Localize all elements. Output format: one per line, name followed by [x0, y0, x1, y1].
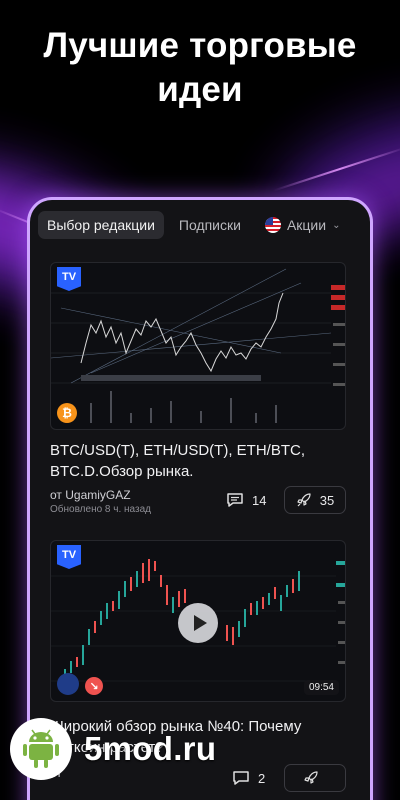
brand-watermark: 5mod.ru [10, 718, 216, 780]
rocket-icon [304, 771, 318, 784]
comments-count[interactable]: 14 [226, 492, 266, 508]
headline-line-2: идеи [157, 70, 243, 109]
ticker-logo-icon [57, 673, 79, 695]
phone-frame: Выбор редакции Подписки Акции ⌄ TV ₿ BTC… [30, 200, 370, 800]
rocket-icon [297, 493, 311, 507]
comments-value: 2 [258, 770, 266, 786]
feed-tabs: Выбор редакции Подписки Акции ⌄ [38, 210, 370, 240]
comment-icon [227, 493, 243, 507]
bitcoin-icon: ₿ [57, 403, 77, 423]
video-duration: 09:54 [303, 680, 339, 695]
android-robot-icon [23, 729, 59, 768]
comment-icon [233, 771, 249, 785]
tab-stocks-label: Акции [286, 217, 327, 233]
promo-headline: Лучшие торговые идеи [0, 24, 400, 112]
chart-thumbnail [51, 268, 345, 423]
tradingview-logo-icon: TV [57, 545, 81, 569]
idea-updated: Обновлено 8 ч. назад [50, 504, 151, 515]
us-flag-icon [264, 217, 281, 233]
boost-count: 35 [319, 492, 335, 508]
brand-name: 5mod.ru [84, 730, 217, 767]
idea-chart-preview[interactable]: TV ₿ [50, 262, 346, 430]
tradingview-logo-icon: TV [57, 267, 81, 291]
play-icon[interactable] [178, 603, 218, 643]
tab-stocks[interactable]: Акции ⌄ [256, 211, 350, 239]
comments-value: 14 [252, 492, 267, 508]
tab-editors-pick[interactable]: Выбор редакции [38, 211, 164, 239]
android-icon [10, 718, 72, 780]
comments-count[interactable]: 2 [232, 770, 265, 786]
headline-line-1: Лучшие торговые [43, 26, 357, 65]
arrow-down-right-icon: ↘ [85, 677, 103, 695]
tab-subscriptions[interactable]: Подписки [170, 211, 250, 239]
idea-video-preview[interactable]: TV ↘ 09:54 [50, 540, 346, 702]
chevron-down-icon: ⌄ [332, 219, 341, 231]
idea-title[interactable]: BTC/USD(T), ETH/USD(T), ETH/BTC, BTC.D.О… [50, 440, 350, 482]
boost-button[interactable] [284, 764, 346, 792]
idea-author[interactable]: от UgamiyGAZ [50, 488, 131, 502]
boost-button[interactable]: 35 [284, 486, 346, 514]
